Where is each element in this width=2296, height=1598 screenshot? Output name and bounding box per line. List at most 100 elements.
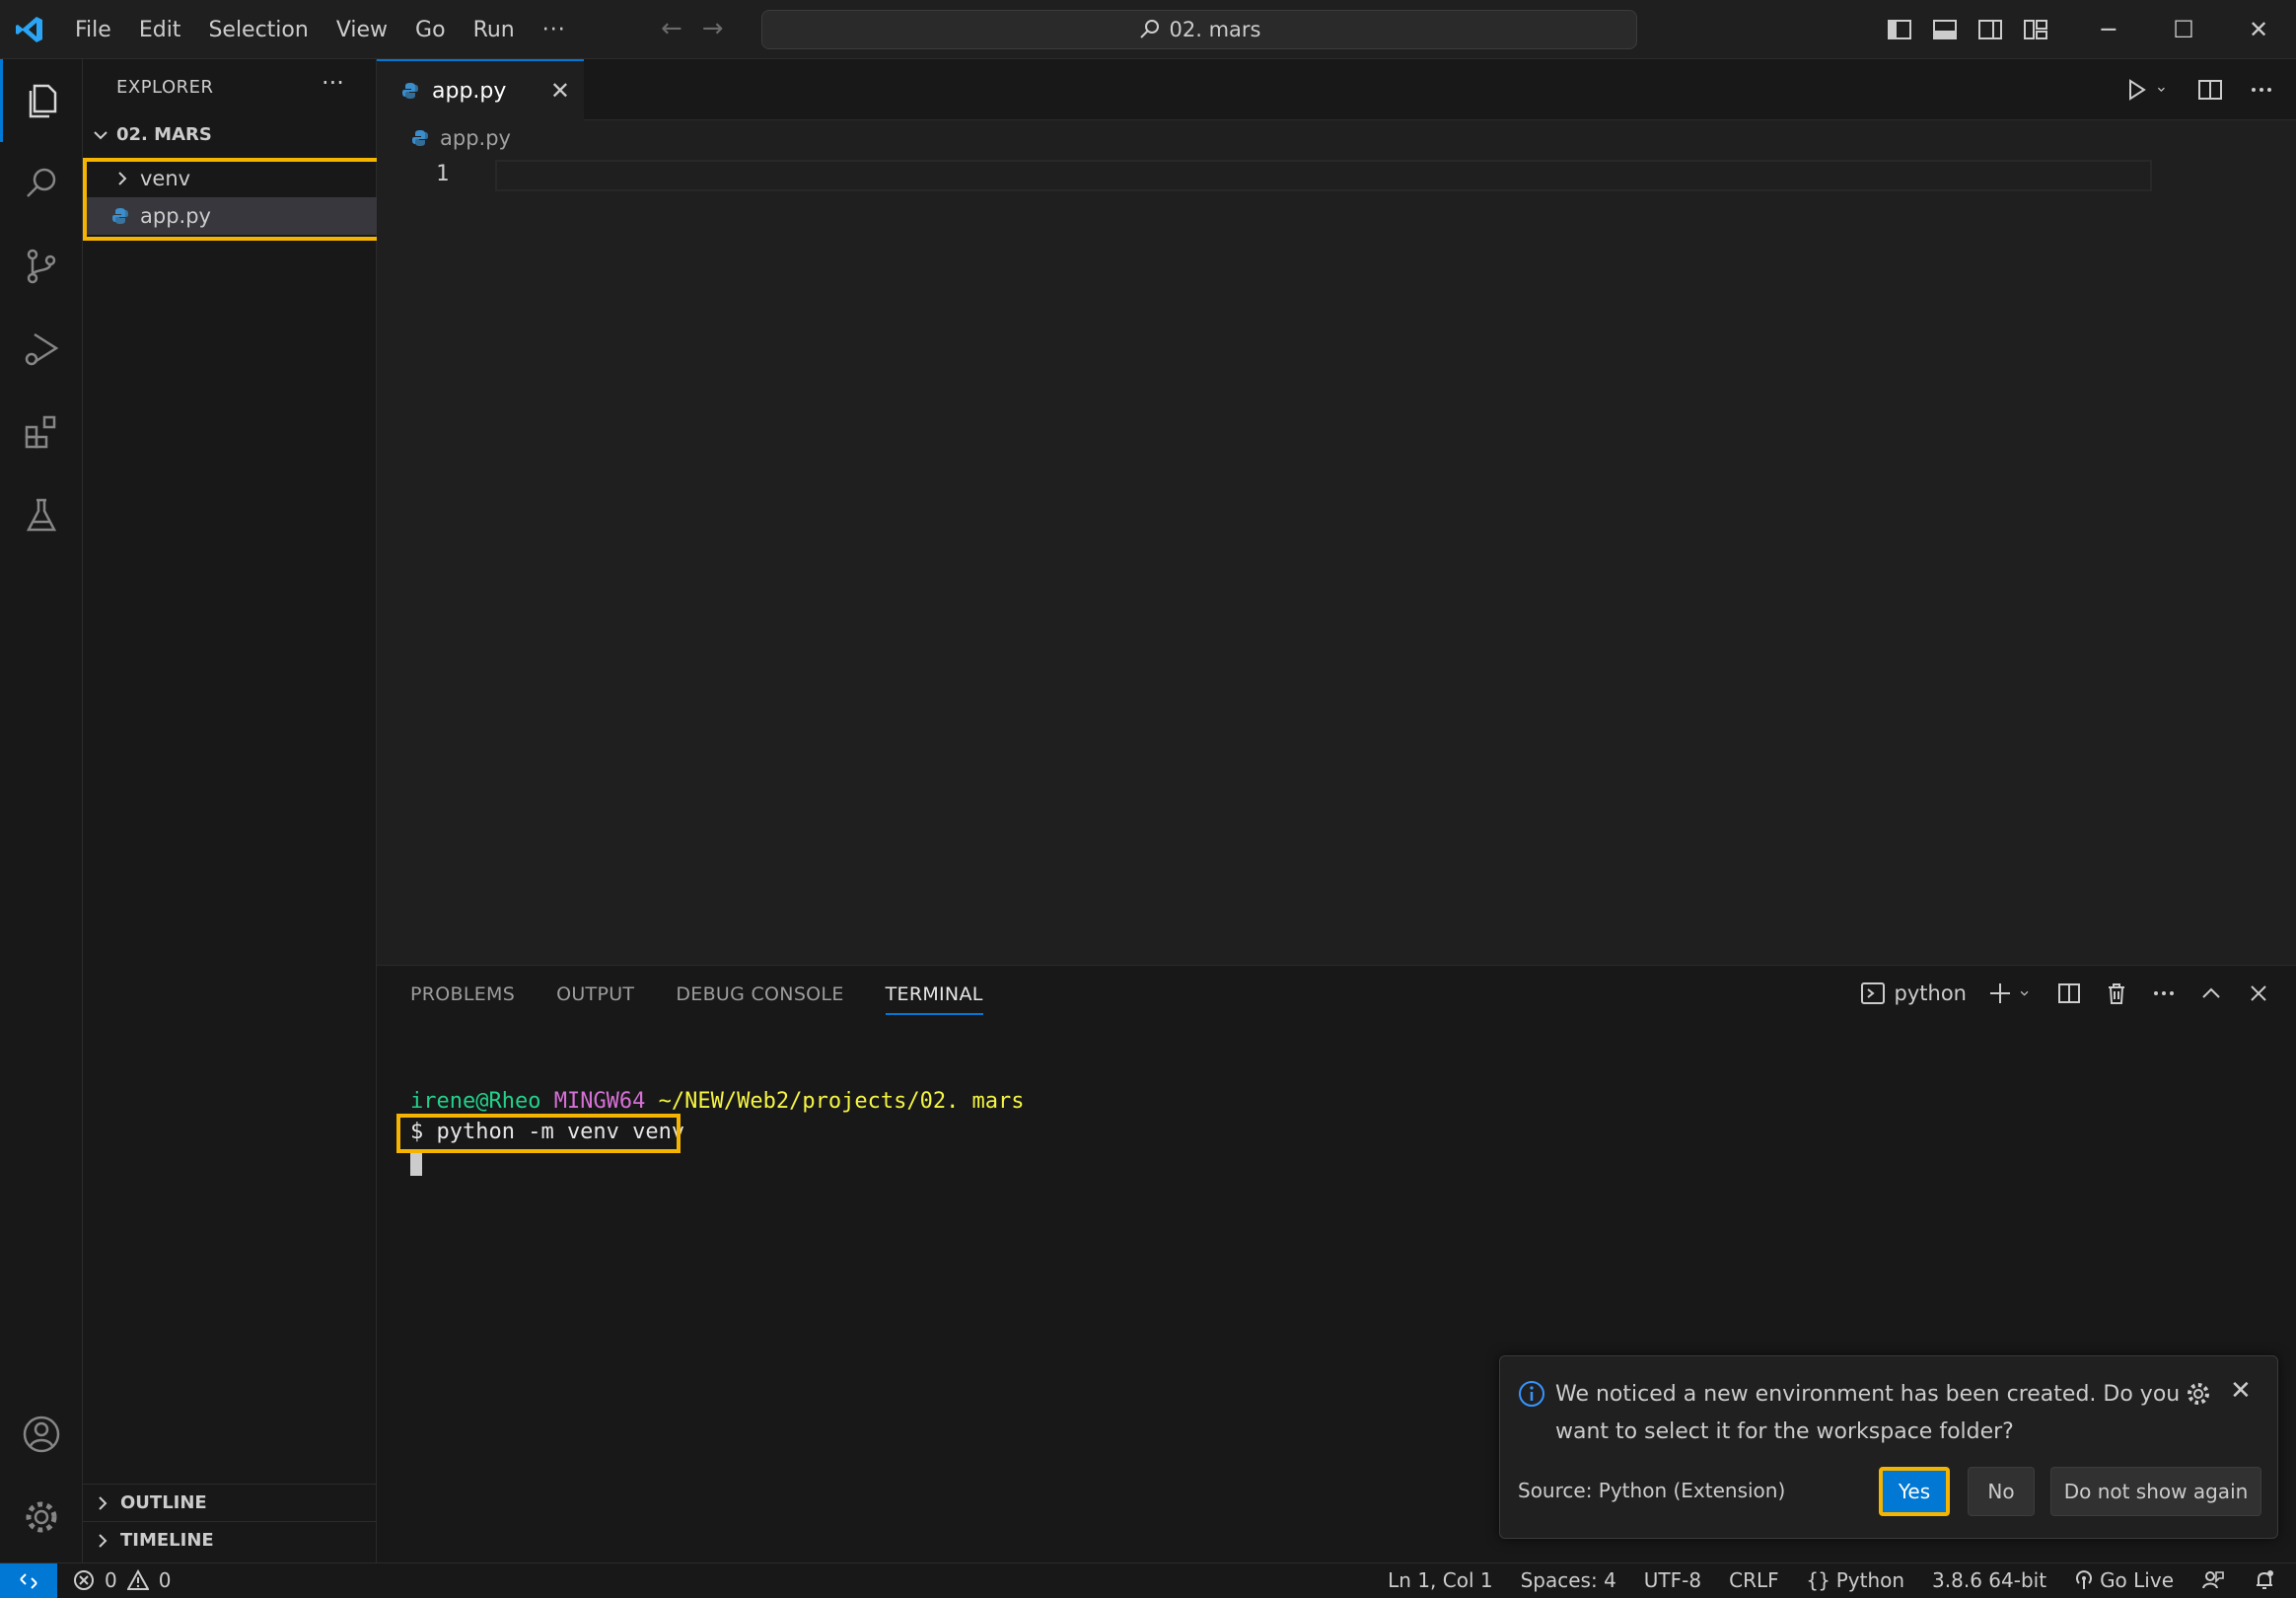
go-live-button[interactable]: Go Live — [2074, 1568, 2174, 1592]
terminal-name: python — [1894, 981, 1967, 1005]
notifications-bell-icon[interactable] — [2253, 1568, 2276, 1592]
timeline-section[interactable]: TIMELINE — [83, 1521, 377, 1559]
yes-button[interactable]: Yes — [1879, 1467, 1950, 1516]
editor-area[interactable]: app.py 1 — [377, 120, 2296, 965]
nav-arrows: ← → — [661, 14, 724, 43]
terminal-selector[interactable]: python — [1859, 980, 1967, 1007]
trash-icon[interactable] — [2103, 980, 2130, 1007]
notification-message: We noticed a new environment has been cr… — [1555, 1382, 2181, 1444]
command-center[interactable]: 02. mars — [761, 10, 1637, 49]
back-arrow-icon[interactable]: ← — [661, 14, 682, 43]
split-terminal-icon[interactable] — [2055, 980, 2083, 1007]
toggle-primary-sidebar-icon[interactable] — [1884, 14, 1915, 45]
more-actions-icon[interactable] — [2247, 75, 2276, 105]
error-count: 0 — [105, 1568, 117, 1592]
activity-manage[interactable] — [0, 1476, 83, 1559]
breadcrumb[interactable]: app.py — [410, 126, 511, 150]
notification-source: Source: Python (Extension) — [1518, 1479, 1786, 1502]
toggle-secondary-sidebar-icon[interactable] — [1974, 14, 2006, 45]
folder-header[interactable]: 02. MARS — [91, 124, 212, 145]
editor-actions — [2122, 75, 2276, 105]
panel-tabs: PROBLEMS OUTPUT DEBUG CONSOLE TERMINAL — [410, 983, 983, 1015]
menu-view[interactable]: View — [323, 18, 401, 42]
problems-status[interactable]: 0 0 — [73, 1568, 171, 1592]
gear-icon[interactable] — [2185, 1380, 2212, 1408]
info-icon — [1519, 1381, 1544, 1407]
notification-toast: We noticed a new environment has been cr… — [1499, 1355, 2278, 1539]
activity-extensions[interactable] — [0, 391, 83, 473]
activity-explorer[interactable] — [0, 59, 83, 142]
account-icon — [23, 1416, 60, 1453]
menu-run[interactable]: Run — [460, 18, 529, 42]
activity-source-control[interactable] — [0, 225, 83, 308]
close-window-icon[interactable]: ✕ — [2221, 0, 2296, 59]
minimize-icon[interactable]: ─ — [2071, 0, 2146, 59]
folder-name: 02. MARS — [116, 124, 212, 145]
menu-selection[interactable]: Selection — [194, 18, 322, 42]
menu-edit[interactable]: Edit — [125, 18, 195, 42]
feedback-icon[interactable] — [2201, 1568, 2225, 1592]
tab-app-py[interactable]: app.py ✕ — [377, 59, 584, 120]
forward-arrow-icon[interactable]: → — [702, 14, 724, 43]
python-file-icon — [402, 83, 418, 99]
python-file-icon — [412, 130, 428, 146]
language-mode[interactable]: {} Python — [1807, 1568, 1904, 1592]
menu-go[interactable]: Go — [401, 18, 460, 42]
more-actions-icon[interactable] — [2150, 980, 2178, 1007]
line-number: 1 — [436, 162, 450, 186]
search-icon — [27, 168, 56, 197]
customize-layout-icon[interactable] — [2020, 14, 2051, 45]
chevron-right-icon — [99, 1533, 108, 1548]
tab-terminal[interactable]: TERMINAL — [885, 983, 983, 1015]
braces-icon: {} — [1806, 1568, 1830, 1592]
title-bar: File Edit Selection View Go Run ··· ← → … — [0, 0, 2296, 59]
beaker-icon — [26, 498, 57, 532]
new-terminal-plus-icon[interactable] — [1986, 980, 2014, 1007]
split-editor-icon[interactable] — [2195, 75, 2225, 105]
search-icon — [1139, 20, 1159, 38]
activity-run-debug[interactable] — [0, 308, 83, 391]
timeline-label: TIMELINE — [120, 1530, 214, 1551]
run-python-icon[interactable] — [2122, 75, 2152, 105]
explorer-more-icon[interactable]: ··· — [322, 69, 344, 97]
activity-accounts[interactable] — [0, 1393, 83, 1476]
toggle-panel-icon[interactable] — [1929, 14, 1961, 45]
remote-indicator[interactable] — [0, 1563, 57, 1598]
explorer-title: EXPLORER — [116, 77, 214, 98]
menu-file[interactable]: File — [61, 18, 125, 42]
files-icon — [29, 84, 56, 118]
close-notification-icon[interactable]: ✕ — [2230, 1376, 2252, 1406]
menu-more-icon[interactable]: ··· — [529, 18, 580, 42]
run-dropdown-chevron-icon[interactable] — [2156, 75, 2174, 105]
gear-icon — [26, 1501, 57, 1533]
maximize-icon[interactable]: ☐ — [2146, 0, 2221, 59]
chevron-down-icon[interactable] — [2020, 980, 2036, 1007]
activity-testing[interactable] — [0, 473, 83, 556]
explorer-sidebar: EXPLORER ··· 02. MARS venv app.py OUTLIN… — [83, 59, 381, 1562]
outline-label: OUTLINE — [120, 1492, 207, 1513]
python-interpreter[interactable]: 3.8.6 64-bit — [1932, 1568, 2046, 1592]
do-not-show-again-button[interactable]: Do not show again — [2050, 1467, 2261, 1516]
end-of-line[interactable]: CRLF — [1729, 1568, 1779, 1592]
tab-debug-console[interactable]: DEBUG CONSOLE — [676, 983, 843, 1015]
vscode-logo-icon[interactable] — [14, 14, 45, 45]
warning-icon — [126, 1569, 149, 1590]
menu-bar: File Edit Selection View Go Run ··· — [61, 0, 580, 59]
close-tab-icon[interactable]: ✕ — [550, 77, 570, 105]
encoding[interactable]: UTF-8 — [1644, 1568, 1701, 1592]
outline-section[interactable]: OUTLINE — [83, 1484, 377, 1521]
cursor-position[interactable]: Ln 1, Col 1 — [1388, 1568, 1492, 1592]
tab-problems[interactable]: PROBLEMS — [410, 983, 515, 1015]
tab-output[interactable]: OUTPUT — [556, 983, 634, 1015]
tab-label: app.py — [432, 78, 507, 104]
chevron-right-icon — [99, 1495, 108, 1510]
indentation[interactable]: Spaces: 4 — [1521, 1568, 1616, 1592]
error-icon — [74, 1570, 94, 1590]
no-button[interactable]: No — [1968, 1467, 2035, 1516]
highlight-annotation — [83, 158, 381, 241]
maximize-panel-chevron-up-icon[interactable] — [2197, 980, 2225, 1007]
close-panel-icon[interactable] — [2245, 980, 2272, 1007]
status-bar-right: Ln 1, Col 1 Spaces: 4 UTF-8 CRLF {} Pyth… — [1388, 1568, 2276, 1592]
activity-search[interactable] — [0, 142, 83, 225]
run-debug-icon — [25, 332, 59, 366]
